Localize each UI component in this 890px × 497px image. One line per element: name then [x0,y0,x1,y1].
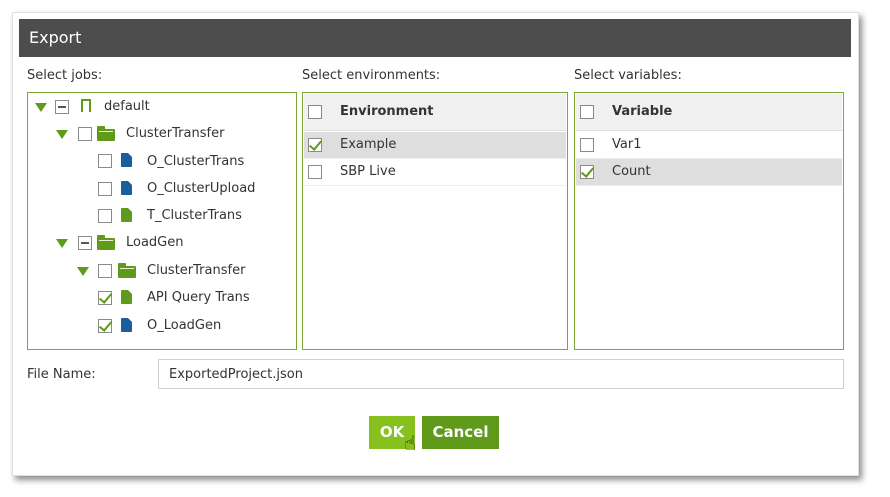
select-variables-label: Select variables: [574,68,682,83]
cancel-button[interactable]: Cancel [422,416,499,449]
checkbox-all-environments[interactable] [308,105,322,119]
environment-name: Example [340,137,397,152]
environment-row[interactable]: Example [304,132,566,159]
tree-item-t-clustertrans[interactable]: T_ClusterTrans [147,208,242,223]
variables-header: Variable [576,94,842,131]
tree-item-o-clusterupload[interactable]: O_ClusterUpload [147,181,255,196]
checkbox-environment-sbp-live[interactable] [308,165,322,179]
checkbox-loadgen-clustertransfer[interactable] [98,264,112,278]
file-name-input[interactable] [158,359,844,389]
select-jobs-label: Select jobs: [27,68,103,83]
environment-name: SBP Live [340,164,396,179]
checkbox-o-loadgen[interactable] [98,319,112,333]
checkbox-variable-count[interactable] [580,165,594,179]
dialog-title: Export [29,28,82,47]
environments-header: Environment [304,94,566,131]
expand-arrow-icon[interactable] [56,130,68,139]
tree-item-api-query-trans[interactable]: API Query Trans [147,290,250,305]
checkbox-default[interactable] [55,100,69,114]
bookmark-icon [81,99,91,115]
environments-panel: Environment Example SBP Live [302,92,568,350]
folder-icon [118,263,136,278]
tree-item-clustertransfer[interactable]: ClusterTransfer [126,126,224,141]
expand-arrow-icon[interactable] [35,103,47,112]
file-icon [121,318,132,332]
folder-icon [97,235,115,250]
variable-name: Count [612,164,651,179]
variable-name: Var1 [612,137,642,152]
expand-arrow-icon[interactable] [56,239,68,248]
checkbox-t-clustertrans[interactable] [98,209,112,223]
environments-column-header: Environment [340,104,434,119]
checkbox-variable-var1[interactable] [580,138,594,152]
variable-row[interactable]: Count [576,159,842,186]
checkbox-o-clustertrans[interactable] [98,154,112,168]
variables-panel: Variable Var1 Count [574,92,844,350]
folder-icon [97,126,115,141]
dialog-title-bar: Export [19,19,851,57]
checkbox-environment-example[interactable] [308,138,322,152]
checkbox-all-variables[interactable] [580,105,594,119]
expand-arrow-icon[interactable] [77,267,89,276]
checkbox-loadgen[interactable] [78,236,92,250]
tree-item-default[interactable]: default [104,99,150,114]
file-icon [121,208,132,222]
tree-item-o-clustertrans[interactable]: O_ClusterTrans [147,154,244,169]
export-dialog: Export Select jobs: Select environments:… [12,12,859,476]
tree-item-loadgen-clustertransfer[interactable]: ClusterTransfer [147,263,245,278]
variable-row[interactable]: Var1 [576,132,842,159]
tree-item-o-loadgen[interactable]: O_LoadGen [147,318,221,333]
checkbox-clustertransfer[interactable] [78,127,92,141]
file-icon [121,153,132,167]
file-name-label: File Name: [27,367,96,382]
jobs-tree-panel: default ClusterTransfer O_ClusterTrans O… [27,92,297,350]
file-icon [121,290,132,304]
checkbox-api-query-trans[interactable] [98,291,112,305]
tree-item-loadgen[interactable]: LoadGen [126,235,184,250]
environment-row[interactable]: SBP Live [304,159,566,186]
file-icon [121,181,132,195]
select-environments-label: Select environments: [302,68,441,83]
checkbox-o-clusterupload[interactable] [98,182,112,196]
variables-column-header: Variable [612,104,673,119]
hand-cursor-icon: ☝ [404,431,417,455]
